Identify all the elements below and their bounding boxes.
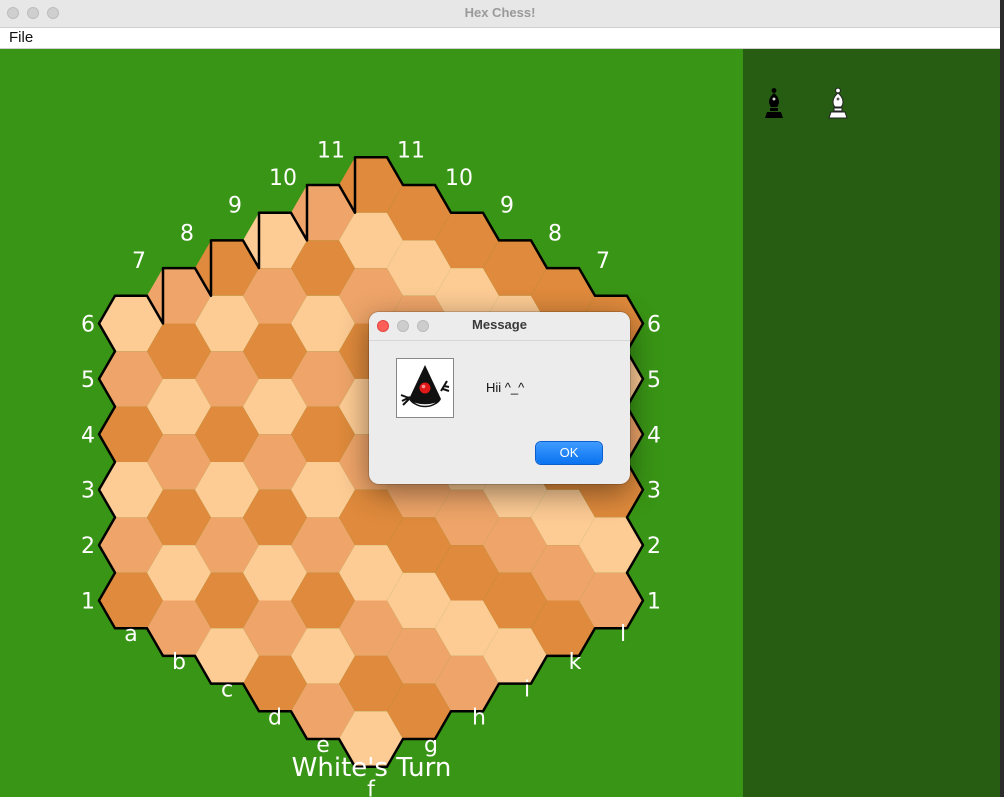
rank-label-right-1: 1 xyxy=(647,590,661,615)
rank-label-right-8: 8 xyxy=(548,221,562,246)
rank-label-right-2: 2 xyxy=(647,534,661,559)
background-strip xyxy=(1000,0,1004,797)
rank-label-right-9: 9 xyxy=(500,194,514,219)
rank-label-left-1: 1 xyxy=(81,590,95,615)
rank-label-left-6: 6 xyxy=(81,313,95,338)
file-label-a: a xyxy=(124,622,137,647)
rank-label-right-4: 4 xyxy=(647,423,661,448)
rank-label-left-5: 5 xyxy=(81,368,95,393)
rank-label-right-5: 5 xyxy=(647,368,661,393)
captured-pieces-panel xyxy=(743,49,1000,797)
captured-black-bishop-icon xyxy=(765,88,783,118)
file-label-i: i xyxy=(524,678,530,703)
dialog-title-bar: Message xyxy=(369,312,630,341)
rank-label-right-11: 11 xyxy=(397,138,425,163)
file-label-c: c xyxy=(221,678,233,703)
message-dialog: Message Hii ^_^ OK xyxy=(369,312,630,484)
dialog-message: Hii ^_^ xyxy=(486,380,525,395)
window-title: Hex Chess! xyxy=(464,5,536,20)
rank-label-left-3: 3 xyxy=(81,479,95,504)
rank-label-left-8: 8 xyxy=(180,221,194,246)
rank-label-left-11: 11 xyxy=(317,138,345,163)
file-label-l: l xyxy=(620,622,626,647)
file-label-b: b xyxy=(172,650,186,675)
file-label-h: h xyxy=(472,705,486,730)
menu-bar: File xyxy=(0,28,1000,49)
java-duke-icon xyxy=(396,358,454,418)
file-label-k: k xyxy=(569,650,582,675)
rank-label-right-6: 6 xyxy=(647,313,661,338)
rank-label-right-10: 10 xyxy=(445,166,473,191)
app-window: Hex Chess! File 1 1 2 2 3 3 4 4 5 5 6 6 7 7 8 8 9 9 10 10 11… xyxy=(0,0,1000,797)
ok-button[interactable]: OK xyxy=(536,442,602,464)
rank-label-right-3: 3 xyxy=(647,479,661,504)
title-bar: Hex Chess! xyxy=(0,0,1000,28)
rank-label-left-9: 9 xyxy=(228,194,242,219)
dialog-title: Message xyxy=(472,317,527,332)
file-label-d: d xyxy=(268,705,282,730)
rank-label-left-10: 10 xyxy=(269,166,297,191)
rank-label-right-7: 7 xyxy=(596,249,610,274)
rank-label-left-7: 7 xyxy=(132,249,146,274)
rank-label-left-4: 4 xyxy=(81,423,95,448)
rank-label-left-2: 2 xyxy=(81,534,95,559)
turn-status: White's Turn xyxy=(291,753,452,783)
captured-white-bishop-icon xyxy=(828,87,848,119)
menu-file[interactable]: File xyxy=(9,29,33,46)
